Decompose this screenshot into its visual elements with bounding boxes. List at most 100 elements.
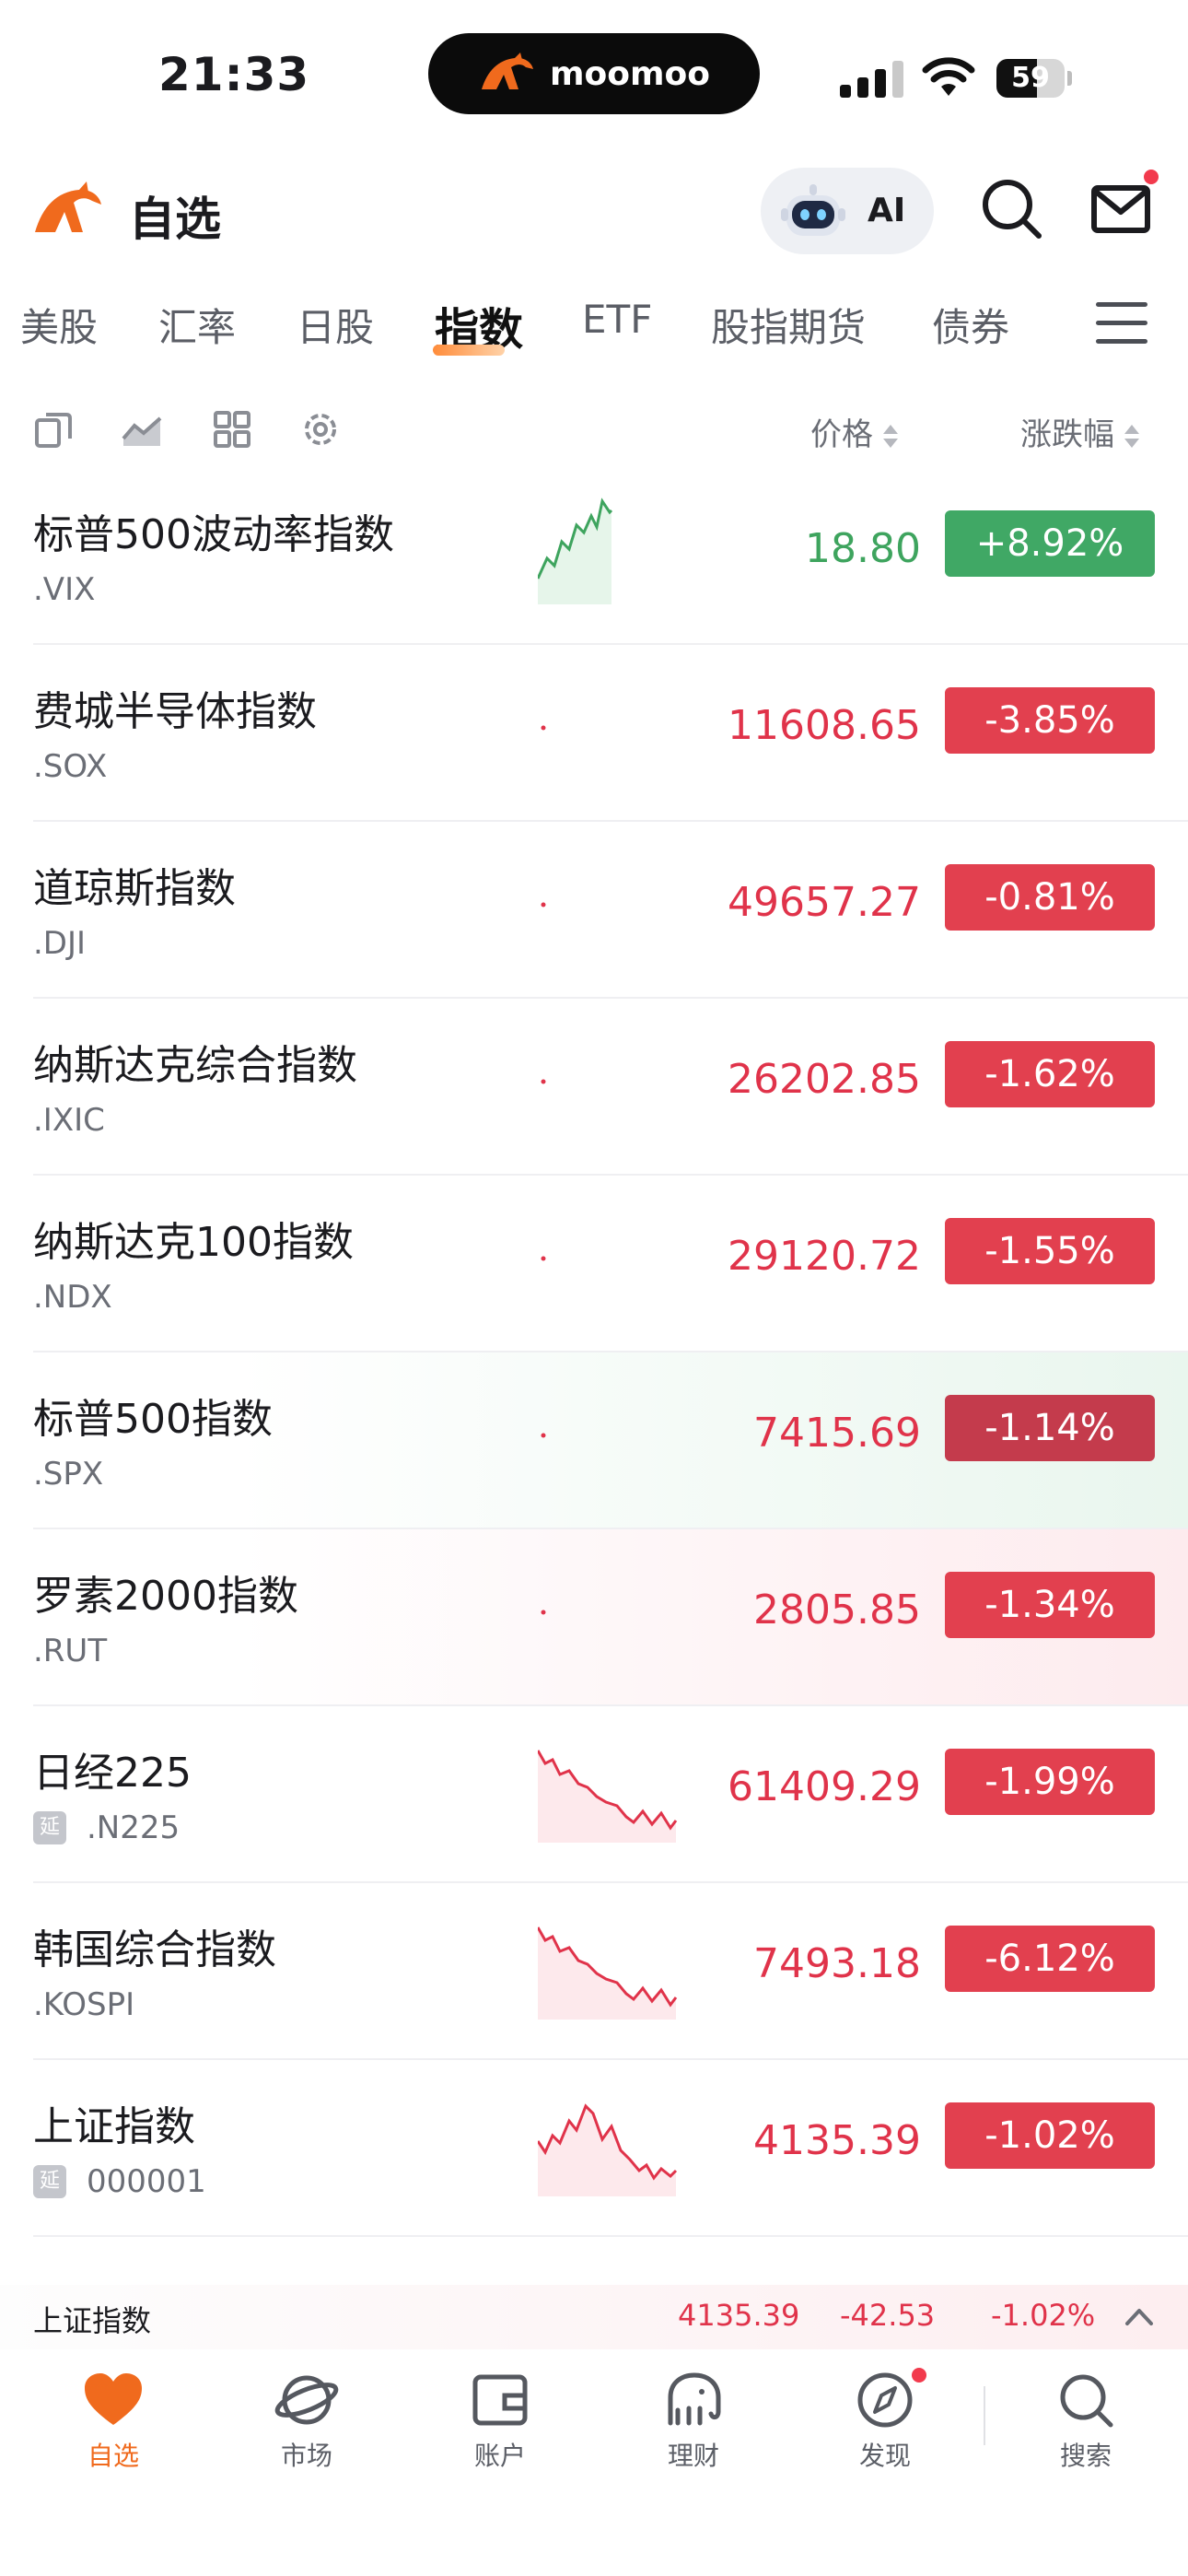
search-icon [1060, 2374, 1113, 2428]
sparkline-chart [538, 498, 613, 604]
compass-icon [857, 2372, 913, 2428]
chart-mode-icon[interactable] [122, 409, 162, 450]
index-price: 49657.27 [728, 879, 921, 926]
battery-level: 59 [1011, 62, 1050, 94]
index-name: 韩国综合指数 [33, 1926, 276, 1973]
change-badge[interactable]: -1.14% [945, 1395, 1155, 1461]
index-code-text: .IXIC [33, 1102, 105, 1139]
sparkline-chart [538, 1750, 678, 1843]
tab-us-stocks[interactable]: 美股 [20, 297, 98, 353]
list-item[interactable]: 韩国综合指数 .KOSPI 7493.18 -6.12% [0, 1883, 1188, 2060]
page-title: 自选 [129, 193, 221, 246]
index-name: 日经225 [33, 1750, 192, 1797]
discover-badge-dot [912, 2368, 926, 2383]
index-price: 61409.29 [728, 1763, 921, 1810]
change-badge[interactable]: -1.99% [945, 1749, 1155, 1815]
tabs-menu-icon[interactable] [1096, 300, 1147, 346]
change-column-label: 涨跌幅 [1020, 416, 1114, 453]
nav-label: 市场 [280, 2441, 332, 2471]
ticker-change-pct: -1.02% [991, 2298, 1096, 2333]
nav-wealth[interactable]: 理财 [624, 2370, 763, 2473]
index-code: .KOSPI [33, 1986, 134, 2023]
search-icon[interactable] [980, 177, 1044, 241]
cellular-signal-icon [840, 61, 904, 98]
nav-account[interactable]: 账户 [431, 2370, 569, 2473]
index-list: 标普500波动率指数 .VIX 18.80 +8.92% 费城半导体指数 .SOX 1160… [0, 468, 1188, 2311]
ticker-name: 上证指数 [33, 2303, 152, 2338]
list-item[interactable]: 费城半导体指数 .SOX 11608.65 -3.85% [0, 645, 1188, 822]
tab-jp-stocks[interactable]: 日股 [297, 297, 374, 353]
sparkline-point [541, 1256, 546, 1261]
mail-icon[interactable] [1090, 179, 1151, 240]
ai-assistant-button[interactable]: AI [761, 168, 934, 254]
planet-icon [274, 2375, 339, 2425]
tab-bonds[interactable]: 债券 [932, 297, 1009, 353]
dynamic-island: moomoo [428, 33, 760, 114]
index-code-text: .NDX [33, 1279, 112, 1316]
index-price: 7415.69 [753, 1410, 921, 1457]
index-name: 上证指数 [33, 2103, 195, 2150]
index-name: 标普500指数 [33, 1396, 273, 1443]
battery-icon: 59 [996, 59, 1072, 98]
nav-watchlist[interactable]: 自选 [44, 2370, 182, 2473]
list-item[interactable]: 标普500波动率指数 .VIX 18.80 +8.92% [0, 468, 1188, 645]
list-item[interactable]: 纳斯达克综合指数 .IXIC 26202.85 -1.62% [0, 999, 1188, 1176]
list-item[interactable]: 上证指数延 000001 4135.39 -1.02% [0, 2060, 1188, 2237]
sort-arrows-icon [882, 423, 899, 451]
index-name: 道琼斯指数 [33, 865, 236, 912]
island-brand-text: moomoo [550, 54, 710, 93]
copy-icon[interactable] [33, 409, 74, 450]
change-badge[interactable]: +8.92% [945, 510, 1155, 577]
sparkline-chart [541, 725, 546, 731]
nav-label: 搜索 [1059, 2441, 1112, 2471]
ticker-change: -42.53 [840, 2298, 936, 2333]
price-column-header[interactable]: 价格 [810, 409, 899, 454]
index-code: .NDX [33, 1279, 112, 1316]
index-ticker-bar[interactable]: 上证指数 4135.39 -42.53 -1.02% [0, 2285, 1188, 2349]
index-code: .VIX [33, 571, 95, 608]
index-code-text: .N225 [87, 1809, 181, 1846]
nav-market[interactable]: 市场 [238, 2370, 376, 2473]
index-code-text: .SPX [33, 1456, 104, 1493]
nav-discover[interactable]: 发现 [816, 2370, 954, 2473]
sparkline-point [541, 1610, 546, 1615]
nav-search[interactable]: 搜索 [1017, 2370, 1155, 2473]
sparkline-area [538, 1927, 676, 2020]
index-code: .IXIC [33, 1102, 105, 1139]
index-name: 纳斯达克100指数 [33, 1219, 354, 1266]
change-badge[interactable]: -6.12% [945, 1926, 1155, 1992]
delayed-badge: 延 [33, 1811, 66, 1844]
change-badge[interactable]: -1.34% [945, 1572, 1155, 1638]
change-column-header[interactable]: 涨跌幅 [1020, 409, 1140, 454]
wifi-icon [922, 57, 975, 96]
list-item[interactable]: 道琼斯指数 .DJI 49657.27 -0.81% [0, 822, 1188, 999]
price-column-label: 价格 [810, 416, 873, 453]
list-item[interactable]: 日经225 延 .N225 61409.29 -1.99% [0, 1706, 1188, 1883]
tab-forex[interactable]: 汇率 [158, 297, 236, 353]
change-badge[interactable]: -0.81% [945, 864, 1155, 931]
chevron-up-icon[interactable] [1124, 2305, 1155, 2327]
index-price: 2805.85 [753, 1587, 921, 1633]
index-price: 18.80 [805, 525, 921, 572]
list-item[interactable]: 纳斯达克100指数 .NDX 29120.72 -1.55% [0, 1176, 1188, 1352]
sparkline-chart [538, 1926, 678, 2020]
list-item[interactable]: 罗素2000指数 .RUT 2805.85 -1.34% [0, 1529, 1188, 1706]
nav-label: 发现 [858, 2441, 911, 2471]
nav-label: 账户 [473, 2441, 526, 2471]
change-badge[interactable]: -1.62% [945, 1041, 1155, 1107]
index-price: 4135.39 [753, 2117, 921, 2164]
settings-gear-icon[interactable] [300, 409, 341, 450]
change-badge[interactable]: -1.02% [945, 2102, 1155, 2169]
nav-separator [984, 2386, 985, 2445]
tab-index-futures[interactable]: 股指期货 [711, 297, 866, 353]
tab-etf[interactable]: ETF [582, 297, 652, 342]
sparkline-chart [541, 902, 546, 907]
row-divider [33, 2235, 1188, 2237]
status-time: 21:33 [158, 48, 310, 101]
grid-view-icon[interactable] [212, 409, 252, 450]
index-code: .DJI [33, 925, 86, 962]
change-badge[interactable]: -1.55% [945, 1218, 1155, 1284]
change-badge[interactable]: -3.85% [945, 687, 1155, 754]
list-item[interactable]: 标普500指数 .SPX 7415.69 -1.14% [0, 1352, 1188, 1529]
index-price: 29120.72 [728, 1233, 921, 1280]
